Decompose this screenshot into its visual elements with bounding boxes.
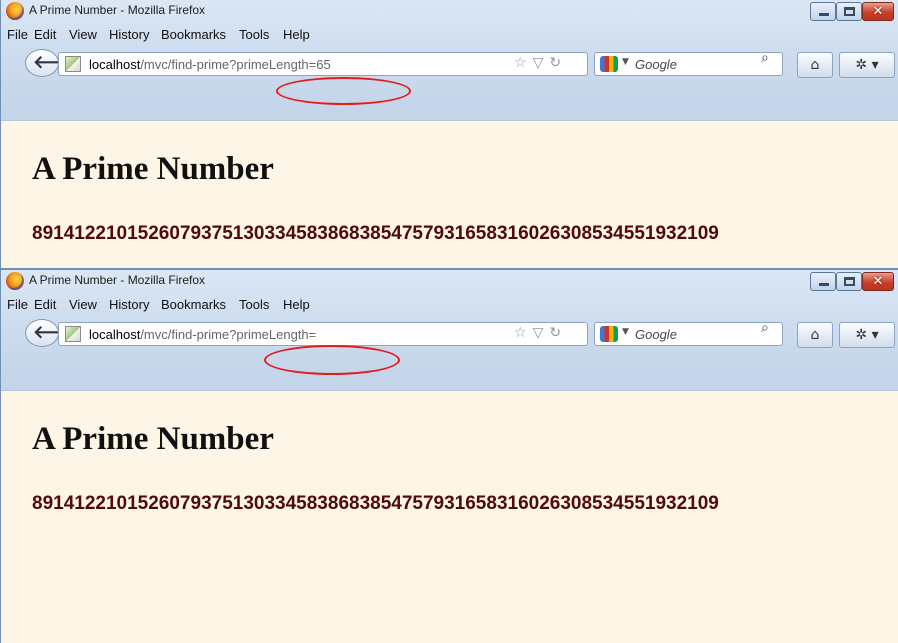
- maximize-icon: [844, 277, 855, 286]
- google-icon[interactable]: [600, 56, 618, 72]
- menu-help[interactable]: Help: [283, 297, 310, 312]
- url-highlight-circle: [264, 345, 400, 375]
- maximize-button[interactable]: [836, 272, 862, 291]
- maximize-button[interactable]: [836, 2, 862, 21]
- close-button[interactable]: ✕: [862, 2, 894, 21]
- prime-number-text: 8914122101526079375130334583868385475793…: [32, 493, 719, 514]
- url-highlight-circle: [276, 77, 411, 105]
- magnifier-icon[interactable]: ⌕: [761, 320, 769, 336]
- url-text[interactable]: localhost/mvc/find-prime?primeLength=65: [89, 57, 331, 72]
- menu-tools[interactable]: Tools: [239, 297, 269, 312]
- url-text[interactable]: localhost/mvc/find-prime?primeLength=: [89, 327, 316, 342]
- url-host: localhost: [89, 327, 141, 342]
- menu-bar: File Edit View History Bookmarks Tools H…: [1, 24, 898, 44]
- page-title: A Prime Number: [32, 151, 274, 187]
- page-content: A Prime Number 8914122101526079375130334…: [1, 120, 898, 268]
- close-button[interactable]: ✕: [862, 272, 894, 291]
- bookmark-star-icon[interactable]: ☆: [514, 325, 527, 341]
- magnifier-icon[interactable]: ⌕: [761, 50, 769, 66]
- search-bar[interactable]: ▼ Google: [594, 322, 783, 346]
- url-host: localhost: [89, 57, 141, 72]
- menu-history[interactable]: History: [109, 297, 149, 312]
- menu-tools[interactable]: Tools: [239, 27, 269, 42]
- addon-icon: ✲ ▾: [855, 57, 879, 73]
- menu-file[interactable]: File: [7, 27, 28, 42]
- menu-history[interactable]: History: [109, 27, 149, 42]
- addon-button[interactable]: ✲ ▾: [839, 322, 895, 348]
- close-icon: ✕: [872, 4, 884, 19]
- addon-button[interactable]: ✲ ▾: [839, 52, 895, 78]
- title-bar: A Prime Number - Mozilla Firefox ✕: [1, 270, 898, 292]
- close-icon: ✕: [872, 274, 884, 289]
- back-button[interactable]: 🡐: [25, 49, 81, 77]
- menu-file[interactable]: File: [7, 297, 28, 312]
- menu-bookmarks[interactable]: Bookmarks: [161, 27, 226, 42]
- menu-edit[interactable]: Edit: [34, 297, 56, 312]
- browser-chrome: A Prime Number - Mozilla Firefox ✕ File …: [1, 0, 898, 120]
- engine-dropdown-icon[interactable]: ▼: [622, 327, 629, 337]
- firefox-logo-icon: [6, 272, 24, 290]
- menu-edit[interactable]: Edit: [34, 27, 56, 42]
- bookmark-star-icon[interactable]: ☆: [514, 55, 527, 71]
- navigation-bar: 🡐 localhost/mvc/find-prime?primeLength=6…: [1, 46, 898, 86]
- url-bar-icons: ☆ ▽ ↻: [514, 325, 567, 341]
- site-identity-icon: [65, 326, 81, 342]
- window-title: A Prime Number - Mozilla Firefox: [29, 273, 206, 287]
- search-placeholder: Google: [635, 57, 677, 72]
- addon-icon: ✲ ▾: [855, 327, 879, 343]
- menu-help[interactable]: Help: [283, 27, 310, 42]
- prime-number-text: 8914122101526079375130334583868385475793…: [32, 223, 719, 244]
- reload-icon[interactable]: ↻: [549, 55, 561, 71]
- minimize-button[interactable]: [810, 2, 836, 21]
- url-bar-icons: ☆ ▽ ↻: [514, 55, 567, 71]
- home-button[interactable]: ⌂: [797, 322, 833, 348]
- engine-dropdown-icon[interactable]: ▼: [622, 57, 629, 67]
- title-bar: A Prime Number - Mozilla Firefox ✕: [1, 0, 898, 22]
- menu-bar: File Edit View History Bookmarks Tools H…: [1, 294, 898, 314]
- minimize-icon: [819, 283, 829, 286]
- page-content: A Prime Number 8914122101526079375130334…: [1, 390, 898, 643]
- menu-view[interactable]: View: [69, 297, 97, 312]
- home-icon: ⌂: [810, 327, 820, 343]
- page-title: A Prime Number: [32, 421, 274, 457]
- home-button[interactable]: ⌂: [797, 52, 833, 78]
- url-path: /mvc/find-prime?primeLength=65: [140, 57, 331, 72]
- browser-window-bottom: A Prime Number - Mozilla Firefox ✕ File …: [0, 268, 898, 643]
- back-button[interactable]: 🡐: [25, 319, 81, 347]
- url-path: /mvc/find-prime?primeLength=: [140, 327, 317, 342]
- search-bar[interactable]: ▼ Google: [594, 52, 783, 76]
- address-bar[interactable]: localhost/mvc/find-prime?primeLength=65 …: [58, 52, 588, 76]
- dropdown-arrow-icon[interactable]: ▽: [533, 325, 544, 341]
- reload-icon[interactable]: ↻: [549, 325, 561, 341]
- menu-bookmarks[interactable]: Bookmarks: [161, 297, 226, 312]
- browser-window-top: A Prime Number - Mozilla Firefox ✕ File …: [0, 0, 898, 268]
- minimize-icon: [819, 13, 829, 16]
- menu-view[interactable]: View: [69, 27, 97, 42]
- window-title: A Prime Number - Mozilla Firefox: [29, 3, 206, 17]
- google-icon[interactable]: [600, 326, 618, 342]
- navigation-bar: 🡐 localhost/mvc/find-prime?primeLength= …: [1, 316, 898, 356]
- site-identity-icon: [65, 56, 81, 72]
- address-bar[interactable]: localhost/mvc/find-prime?primeLength= ☆ ▽…: [58, 322, 588, 346]
- search-placeholder: Google: [635, 327, 677, 342]
- dropdown-arrow-icon[interactable]: ▽: [533, 55, 544, 71]
- firefox-logo-icon: [6, 2, 24, 20]
- browser-chrome: A Prime Number - Mozilla Firefox ✕ File …: [1, 270, 898, 390]
- home-icon: ⌂: [810, 57, 820, 73]
- minimize-button[interactable]: [810, 272, 836, 291]
- maximize-icon: [844, 7, 855, 16]
